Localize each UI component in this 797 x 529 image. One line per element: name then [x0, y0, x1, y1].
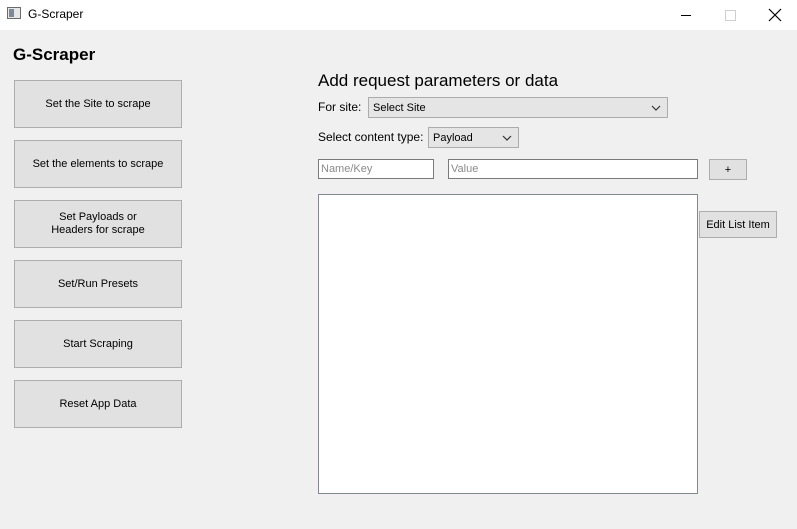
site-label: For site: [318, 100, 362, 114]
app-heading: G-Scraper [13, 45, 96, 64]
name-key-input[interactable] [318, 159, 434, 179]
content-type-select[interactable]: Payload [428, 127, 519, 148]
set-payloads-button[interactable]: Set Payloads or Headers for scrape [14, 200, 182, 248]
content-type-label: Select content type: [318, 130, 424, 144]
add-item-button-label: + [724, 163, 732, 176]
site-select[interactable]: Select Site [368, 97, 668, 118]
title-bar: G-Scraper [0, 0, 797, 30]
app-window-icon [7, 7, 21, 19]
start-scraping-button[interactable]: Start Scraping [14, 320, 182, 368]
add-item-button[interactable]: + [709, 159, 747, 180]
presets-button[interactable]: Set/Run Presets [14, 260, 182, 308]
chevron-down-icon [651, 105, 661, 111]
parameters-list[interactable] [318, 194, 698, 494]
close-icon [768, 8, 782, 22]
value-input[interactable] [448, 159, 698, 179]
maximize-button[interactable] [707, 0, 753, 30]
chevron-down-icon [502, 135, 512, 141]
minimize-icon [681, 14, 691, 16]
edit-list-item-button-label: Edit List Item [706, 218, 770, 231]
set-payloads-button-label: Set Payloads or Headers for scrape [51, 211, 145, 236]
close-button[interactable] [752, 0, 797, 30]
set-site-button[interactable]: Set the Site to scrape [14, 80, 182, 128]
minimize-button[interactable] [663, 0, 709, 30]
presets-button-label: Set/Run Presets [57, 277, 139, 290]
reset-app-data-button[interactable]: Reset App Data [14, 380, 182, 428]
set-elements-button[interactable]: Set the elements to scrape [14, 140, 182, 188]
set-site-button-label: Set the Site to scrape [45, 97, 151, 110]
section-title: Add request parameters or data [318, 71, 559, 90]
reset-app-data-button-label: Reset App Data [59, 397, 137, 410]
edit-list-item-button[interactable]: Edit List Item [699, 211, 777, 238]
set-elements-button-label: Set the elements to scrape [32, 157, 164, 170]
maximize-icon [724, 9, 736, 21]
content-type-select-value: Payload [433, 131, 473, 144]
start-scraping-button-label: Start Scraping [63, 337, 133, 350]
window-title: G-Scraper [28, 7, 84, 21]
site-select-value: Select Site [373, 101, 426, 114]
